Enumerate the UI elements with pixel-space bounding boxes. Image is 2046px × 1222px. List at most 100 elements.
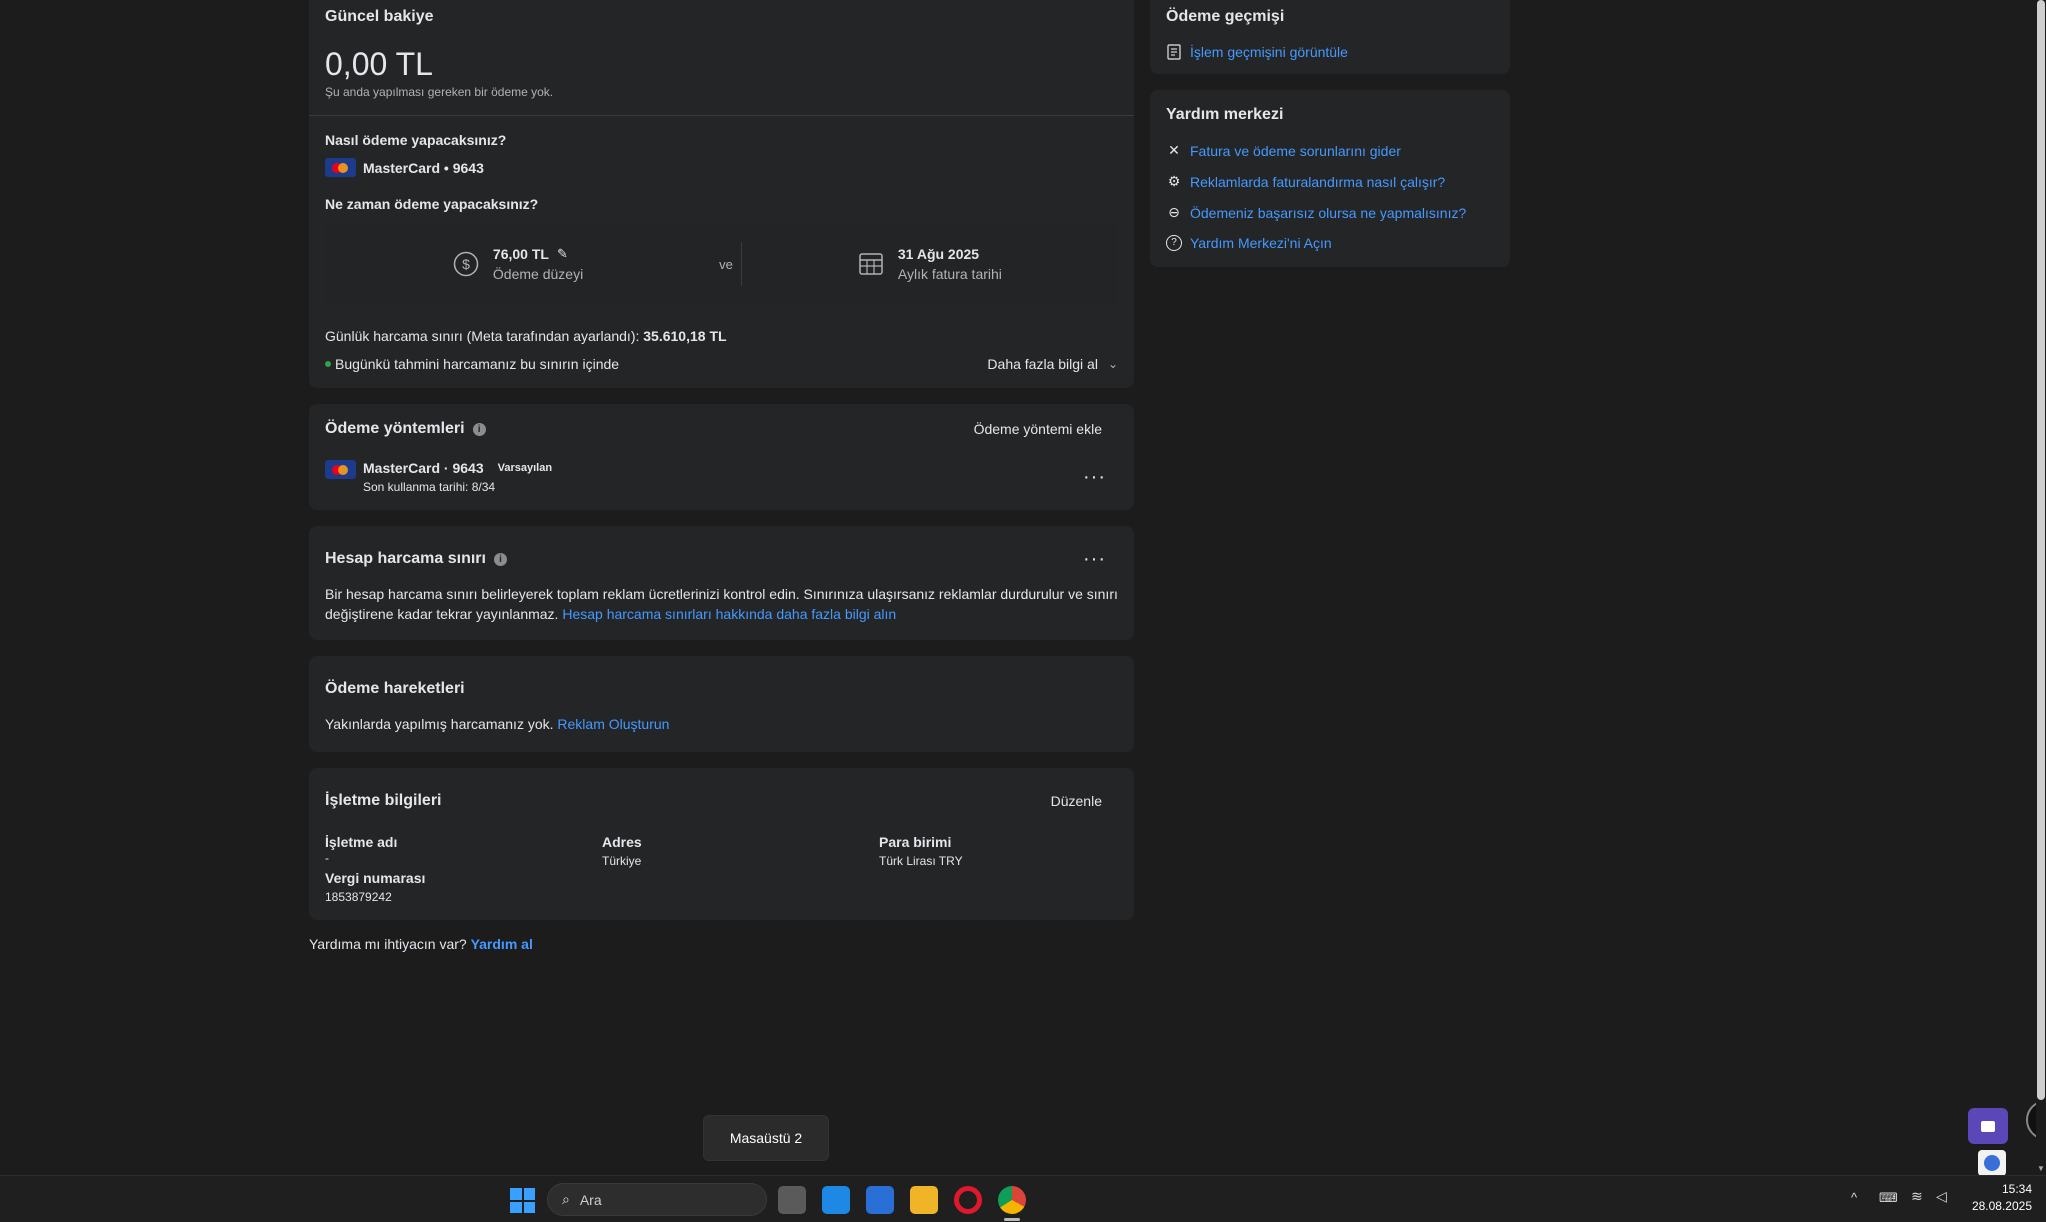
business-info-card: İşletme bilgileri Düzenle İşletme adı - …: [309, 768, 1134, 920]
transaction-history-row[interactable]: İşlem geçmişini görüntüle: [1166, 44, 1494, 60]
balance-card: Güncel bakiye 0,00 TL Şu anda yapılması …: [309, 0, 1134, 388]
daily-limit-value: 35.610,18 TL: [643, 328, 727, 344]
minus-circle-icon: ⊖: [1168, 204, 1180, 220]
threshold-value: 76,00 TL: [492, 246, 549, 262]
edit-business-button[interactable]: Düzenle: [1051, 793, 1102, 809]
method-card-label: MasterCard · 9643: [363, 460, 484, 476]
chevron-down-icon: ⌄: [1107, 357, 1118, 371]
globe-icon: [1984, 1155, 2000, 1171]
svg-text:$: $: [462, 256, 470, 272]
main-column: Güncel bakiye 0,00 TL Şu anda yapılması …: [309, 0, 1134, 952]
daily-limit-label: Günlük harcama sınırı (Meta tarafından a…: [325, 328, 640, 344]
help-link-open-center[interactable]: Yardım Merkezi'ni Açın: [1190, 235, 1332, 251]
help-link-failed-payment[interactable]: Ödemeniz başarısız olursa ne yapmalısını…: [1190, 205, 1466, 221]
spending-limit-title: Hesap harcama sınırı: [325, 550, 486, 567]
spending-limit-card: Hesap harcama sınırı i ··· Bir hesap har…: [309, 526, 1134, 640]
taskbar: ⌕ Ara ^ ⌨ ≋ ◁ 15:34 28.08.2025: [0, 1175, 2046, 1222]
spending-limit-link[interactable]: Hesap harcama sınırları hakkında daha fa…: [562, 606, 896, 622]
payment-history-card: Ödeme geçmişi İşlem geçmişini görüntüle: [1150, 0, 1510, 74]
payment-history-title: Ödeme geçmişi: [1166, 8, 1285, 25]
how-pay-title: Nasıl ödeme yapacaksınız?: [325, 132, 507, 148]
chrome-icon[interactable]: [998, 1186, 1026, 1214]
desktop-tooltip-label: Masaüstü 2: [729, 1130, 803, 1146]
chat-bubble-icon: [1981, 1120, 1995, 1132]
address-value: Türkiye: [602, 854, 642, 868]
keyboard-icon[interactable]: ⌨: [1879, 1190, 1898, 1206]
more-options-icon[interactable]: ···: [1083, 549, 1106, 569]
payment-activity-title: Ödeme hareketleri: [325, 680, 465, 697]
payment-card-label: MasterCard • 9643: [363, 159, 484, 176]
when-pay-title: Ne zaman ödeme yapacaksınız?: [325, 196, 539, 212]
help-footer-text: Yardıma mı ihtiyacın var?: [309, 936, 467, 952]
help-item[interactable]: ✕ Fatura ve ödeme sorunlarını gider: [1166, 142, 1494, 159]
settings-icon: ⚙: [1167, 173, 1181, 189]
clock-date: 28.08.2025: [1971, 1199, 2032, 1213]
billing-schedule: $ 76,00 TL ✎ Ödeme düzeyi ve 31 Ağu 2025…: [325, 224, 1118, 304]
clock-time: 15:34: [2001, 1182, 2032, 1196]
currency-value: Türk Lirası TRY: [879, 854, 963, 868]
windows-start-icon[interactable]: [510, 1188, 535, 1213]
help-link-billing[interactable]: Reklamlarda faturalandırma nasıl çalışır…: [1190, 174, 1445, 190]
method-expiry: Son kullanma tarihi: 8/34: [363, 480, 496, 494]
help-item[interactable]: ? Yardım Merkezi'ni Açın: [1166, 235, 1494, 251]
tax-number-label: Vergi numarası: [325, 870, 426, 886]
clock[interactable]: 15:34 28.08.2025: [1962, 1182, 2032, 1213]
task-view-icon[interactable]: [778, 1186, 806, 1214]
status-dot-icon: [325, 361, 331, 367]
currency-label: Para birimi: [879, 834, 952, 850]
balance-note: Şu anda yapılması gereken bir ödeme yok.: [325, 85, 554, 99]
page-scrollbar[interactable]: ▼: [2036, 0, 2046, 1175]
chevron-up-icon[interactable]: ^: [1851, 1190, 1857, 1205]
search-icon: ⌕: [562, 1191, 570, 1207]
taskbar-search-placeholder: Ara: [579, 1191, 602, 1208]
address-label: Adres: [602, 834, 642, 850]
file-explorer-icon[interactable]: [910, 1186, 938, 1214]
payment-activity-body: Yakınlarda yapılmış harcamanız yok. Rekl…: [325, 716, 1118, 736]
create-ad-link[interactable]: Reklam Oluşturun: [557, 716, 669, 732]
business-name-label: İşletme adı: [325, 834, 398, 850]
mastercard-icon: [325, 460, 356, 479]
tools-icon: ✕: [1168, 142, 1180, 158]
help-item[interactable]: ⚙ Reklamlarda faturalandırma nasıl çalış…: [1166, 173, 1494, 190]
sync-app-icon[interactable]: [822, 1186, 850, 1214]
status-row: Bugünkü tahmini harcamanız bu sınırın iç…: [325, 356, 1118, 372]
opera-icon[interactable]: [954, 1186, 982, 1214]
receipt-icon: [1167, 44, 1181, 60]
calendar-icon: [859, 253, 883, 275]
add-payment-method-button[interactable]: Ödeme yöntemi ekle: [974, 421, 1102, 437]
help-item[interactable]: ⊖ Ödemeniz başarısız olursa ne yapmalısı…: [1166, 204, 1494, 221]
info-icon[interactable]: i: [493, 552, 507, 566]
globe-button[interactable]: [1978, 1150, 2006, 1176]
business-name-value: -: [325, 851, 329, 865]
mastercard-icon: [325, 158, 356, 177]
payment-activity-card: Ödeme hareketleri Yakınlarda yapılmış ha…: [309, 656, 1134, 752]
scrollbar-thumb[interactable]: [2037, 0, 2045, 1100]
scroll-down-icon[interactable]: ▼: [2036, 1164, 2046, 1173]
balance-amount: 0,00 TL: [325, 46, 433, 82]
volume-icon[interactable]: ◁: [1936, 1188, 1947, 1205]
edit-pencil-icon[interactable]: ✎: [557, 246, 568, 262]
payment-method-row: MasterCard · 9643 Varsayılan Son kullanm…: [325, 460, 1118, 494]
notepad-icon[interactable]: [866, 1186, 894, 1214]
daily-limit-row: Günlük harcama sınırı (Meta tarafından a…: [325, 328, 1118, 344]
transaction-history-link[interactable]: İşlem geçmişini görüntüle: [1190, 44, 1348, 60]
more-info-label: Daha fazla bilgi al: [987, 356, 1098, 372]
chat-button[interactable]: [1968, 1108, 2008, 1144]
help-link-troubleshoot[interactable]: Fatura ve ödeme sorunlarını gider: [1190, 143, 1401, 159]
side-column: Ödeme geçmişi İşlem geçmişini görüntüle …: [1150, 0, 1510, 283]
more-info-toggle[interactable]: Daha fazla bilgi al ⌄: [987, 356, 1118, 372]
billing-date-value: 31 Ağu 2025: [897, 246, 980, 262]
dollar-circle-icon: $: [453, 251, 479, 277]
threshold-block: $ 76,00 TL ✎ Ödeme düzeyi: [325, 246, 711, 282]
threshold-label: Ödeme düzeyi: [492, 266, 584, 282]
question-circle-icon: ?: [1166, 235, 1182, 251]
help-footer: Yardıma mı ihtiyacın var? Yardım al: [309, 936, 1134, 952]
info-icon[interactable]: i: [472, 422, 486, 436]
default-badge: Varsayılan: [497, 462, 553, 474]
taskbar-search[interactable]: ⌕ Ara: [547, 1183, 767, 1216]
get-help-link[interactable]: Yardım al: [471, 936, 533, 952]
more-options-icon[interactable]: ···: [1083, 467, 1106, 487]
help-center-title: Yardım merkezi: [1166, 106, 1284, 123]
wifi-icon[interactable]: ≋: [1911, 1188, 1923, 1205]
payment-card-row: MasterCard • 9643: [325, 158, 1118, 177]
